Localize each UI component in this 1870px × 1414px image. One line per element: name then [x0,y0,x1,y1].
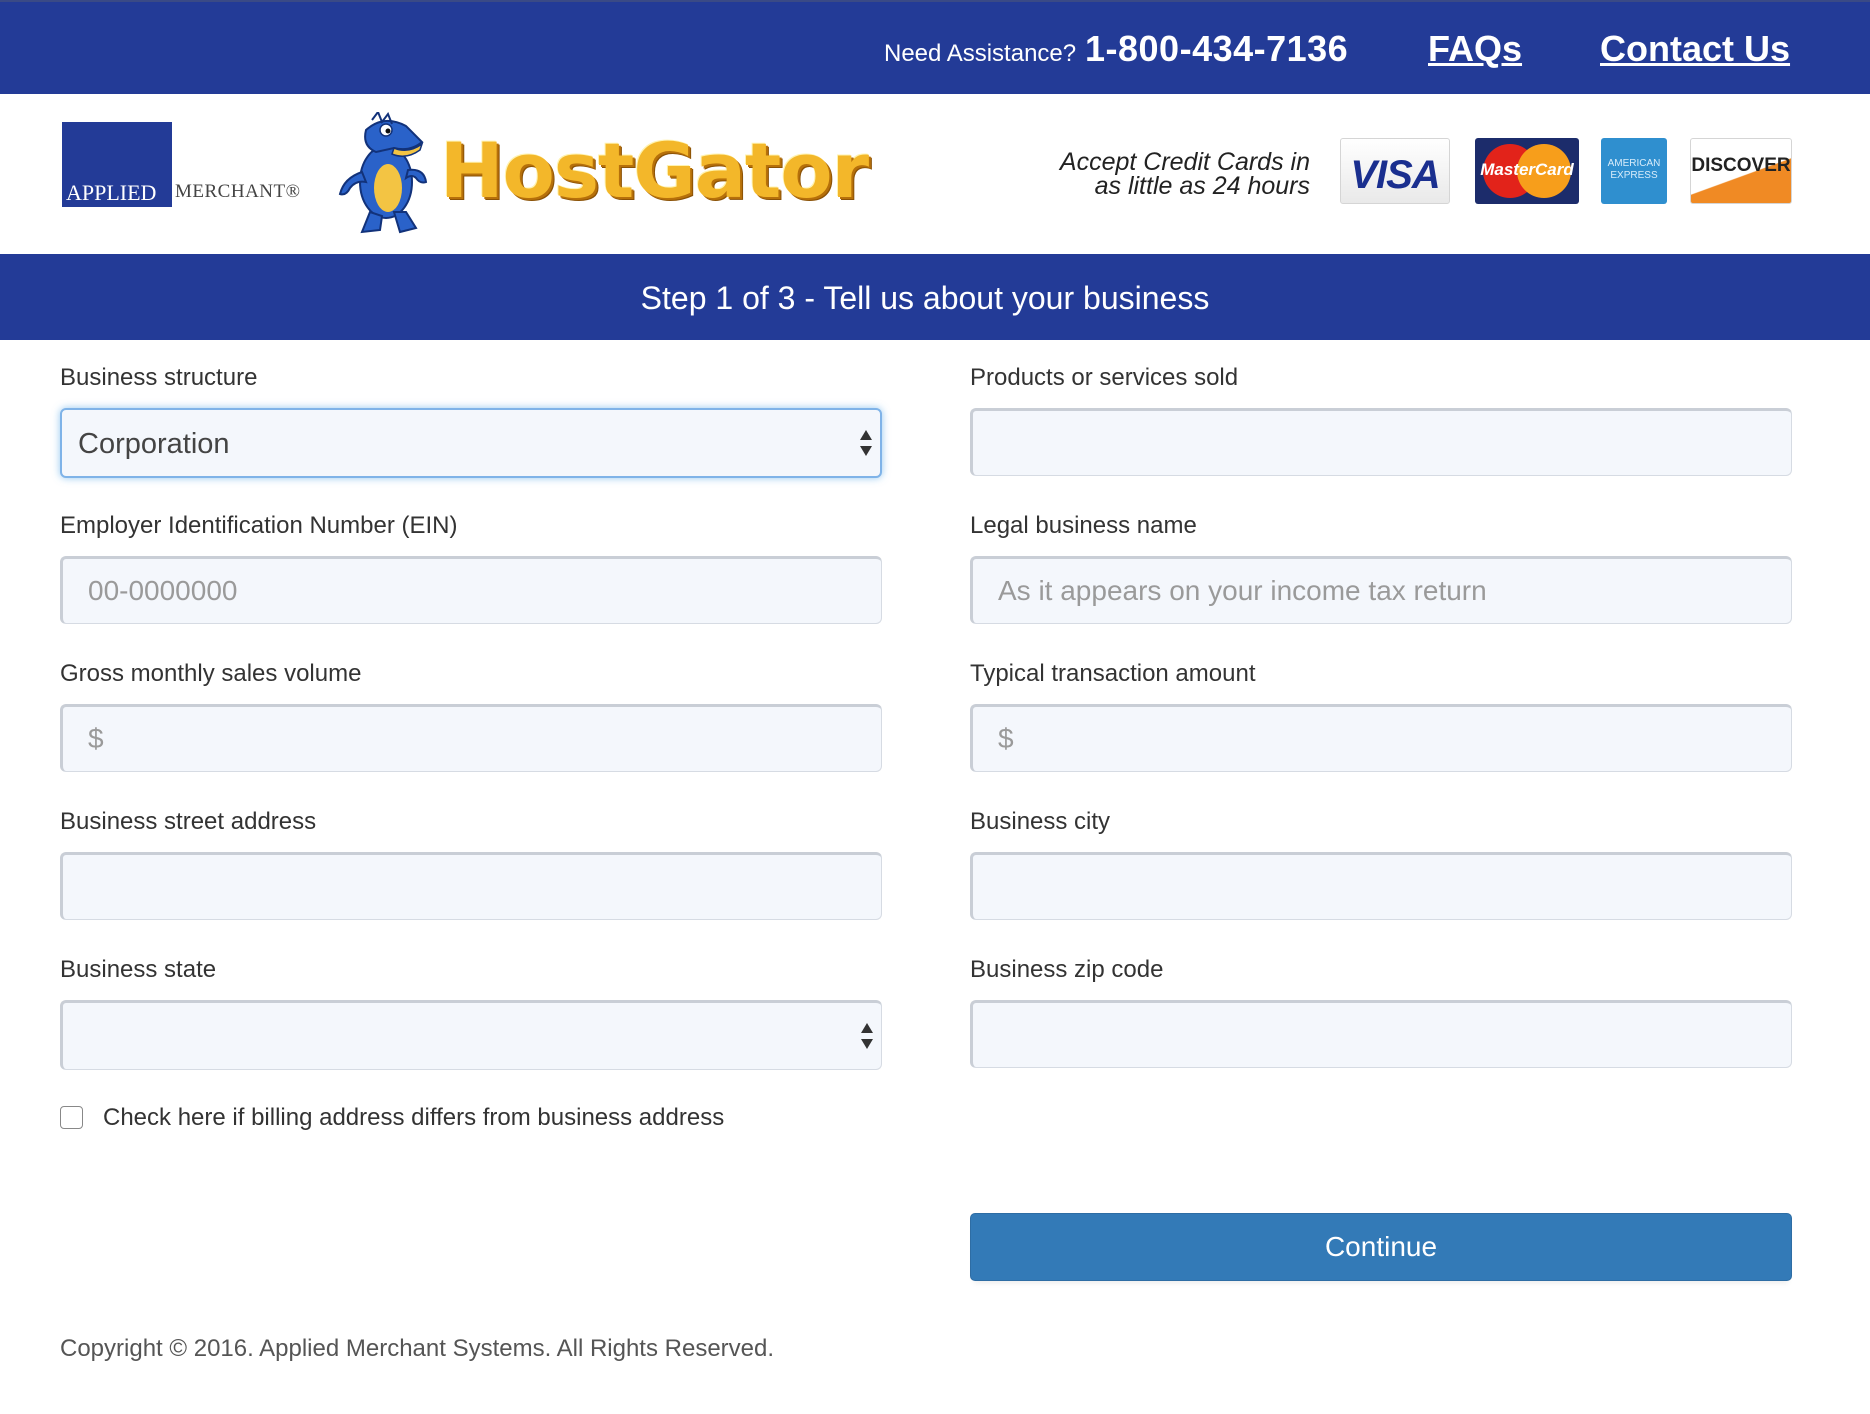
business-structure-label: Business structure [60,364,258,391]
amex-card-icon: AMERICAN EXPRESS [1601,138,1667,204]
mastercard-card-icon: MasterCard [1475,138,1579,204]
gator-mascot-icon [338,112,428,234]
updown-arrows-icon [861,1023,873,1049]
contact-us-link[interactable]: Contact Us [1600,28,1790,70]
mastercard-text: MasterCard [1480,160,1574,179]
amex-text: AMERICAN EXPRESS [1607,158,1661,181]
step-banner: Step 1 of 3 - Tell us about your busines… [0,254,1870,340]
copyright-text: Copyright © 2016. Applied Merchant Syste… [60,1335,775,1362]
gross-monthly-input[interactable] [60,704,882,772]
discover-card-icon: DISCOVER [1690,138,1792,204]
top-bar: Need Assistance? 1-800-434-7136 FAQs Con… [0,0,1870,94]
gross-monthly-label: Gross monthly sales volume [60,660,362,687]
city-input[interactable] [970,852,1792,920]
hostgator-logo: HostGator [336,112,869,236]
assistance-label: Need Assistance? [884,40,1077,67]
legal-name-label: Legal business name [970,512,1197,539]
updown-arrows-icon [860,430,872,456]
discover-text: DISCOVER [1691,155,1791,176]
logo-merchant-text: MERCHANT® [175,181,301,202]
zip-label: Business zip code [970,956,1164,983]
street-input[interactable] [60,852,882,920]
billing-differs-label[interactable]: Check here if billing address differs fr… [103,1104,724,1132]
typical-amount-input[interactable] [970,704,1792,772]
visa-text: VISA [1350,153,1440,197]
accept-cards-tagline: Accept Credit Cards in as little as 24 h… [1040,148,1310,200]
zip-input[interactable] [970,1000,1792,1068]
accept-line-2: as little as 24 hours [1094,172,1310,200]
accept-line-1: Accept Credit Cards in [1059,148,1310,176]
state-select[interactable] [60,1000,882,1070]
business-structure-select[interactable]: Corporation [60,408,882,478]
legal-name-input[interactable] [970,556,1792,624]
continue-button[interactable]: Continue [970,1213,1792,1281]
assistance-phone[interactable]: 1-800-434-7136 [1085,28,1348,70]
products-input[interactable] [970,408,1792,476]
ein-label: Employer Identification Number (EIN) [60,512,458,539]
brand-row: APPLIED MERCHANT® HostGator Accept Credi… [0,94,1870,254]
state-label: Business state [60,956,217,983]
city-label: Business city [970,808,1111,835]
products-label: Products or services sold [970,364,1239,391]
billing-differs-checkbox[interactable] [60,1106,83,1129]
step-title: Step 1 of 3 - Tell us about your busines… [640,280,1210,316]
ein-input[interactable] [60,556,882,624]
street-label: Business street address [60,808,317,835]
logo-applied-text: APPLIED [66,180,157,205]
hostgator-wordmark: HostGator [440,126,869,215]
visa-card-icon: VISA [1340,138,1450,204]
faqs-link[interactable]: FAQs [1428,28,1522,70]
typical-amount-label: Typical transaction amount [970,660,1256,687]
applied-merchant-logo: APPLIED MERCHANT® [62,122,302,212]
business-structure-value: Corporation [78,428,230,460]
